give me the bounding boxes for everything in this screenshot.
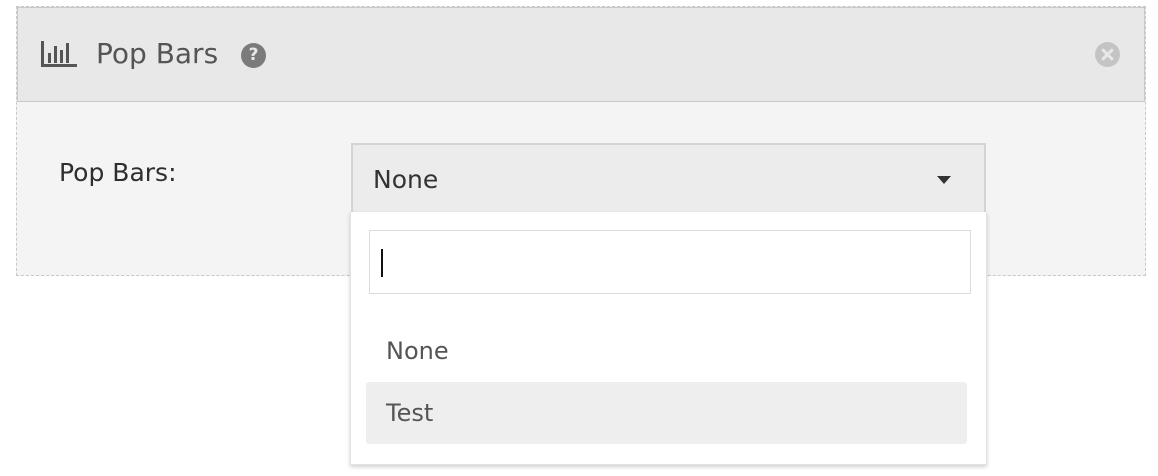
close-icon[interactable] [1095,42,1120,67]
dropdown-option-none[interactable]: None [366,320,967,382]
dropdown-search-input[interactable] [369,230,971,294]
panel-title: Pop Bars [96,37,219,70]
dropdown-option-test[interactable]: Test [366,382,967,444]
select-dropdown: None Test [350,212,987,465]
caret-down-icon[interactable] [937,176,951,184]
pop-bars-select[interactable]: None [351,143,986,215]
panel-header: Pop Bars ? [17,7,1145,102]
pop-bars-label: Pop Bars: [59,158,177,187]
bar-chart-icon [41,41,77,67]
select-value: None [373,165,439,194]
text-cursor [381,249,383,277]
question-icon[interactable]: ? [241,43,266,68]
